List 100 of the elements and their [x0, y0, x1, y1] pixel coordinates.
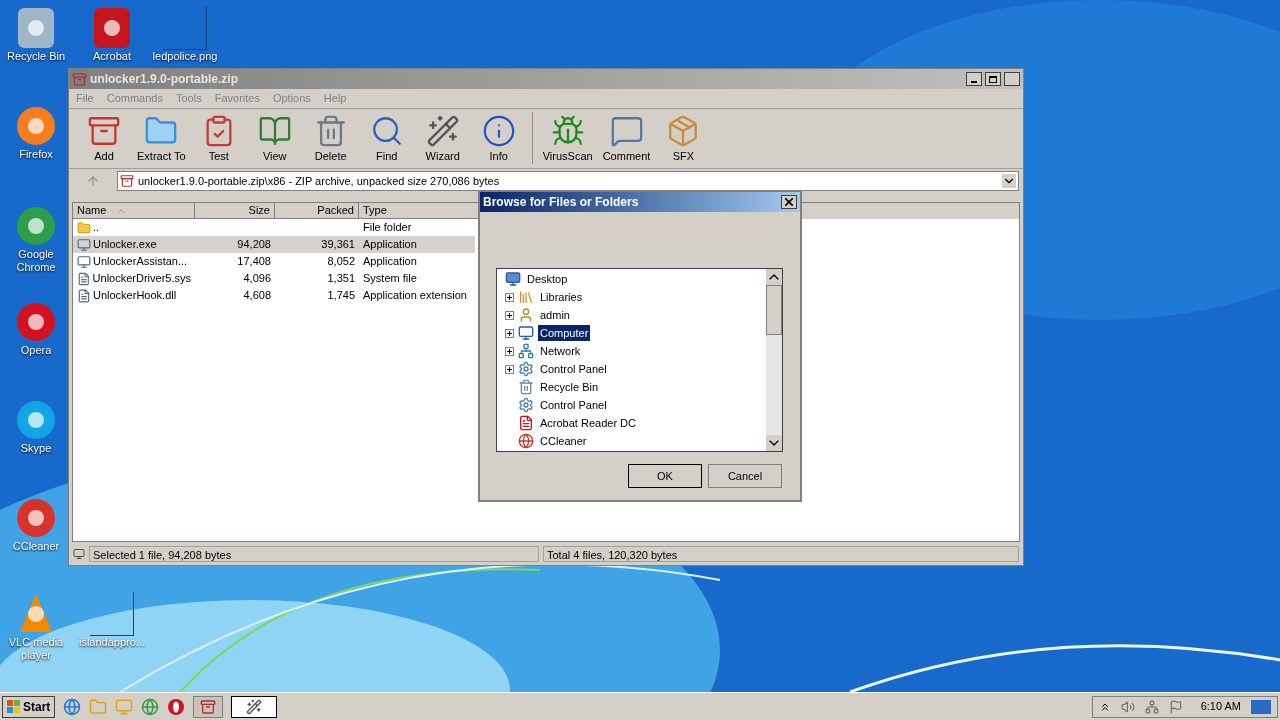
icon-label[interactable]: ledpolice.png: [152, 50, 218, 63]
scroll-thumb[interactable]: [766, 285, 782, 335]
file-name: Unlocker.exe: [93, 237, 157, 253]
show-desktop-button[interactable]: [1251, 699, 1271, 714]
packed-size: 1,351: [327, 272, 355, 285]
volume-icon[interactable]: [1120, 699, 1135, 714]
file-name: ..: [93, 220, 100, 236]
expand-icon[interactable]: [505, 328, 514, 338]
minimize-button[interactable]: [966, 72, 982, 86]
tree-item[interactable]: Acrobat Reader DC: [538, 414, 638, 432]
tree-item[interactable]: admin: [538, 306, 572, 324]
toolbar-button[interactable]: Wizard: [417, 113, 468, 164]
toolbar-button[interactable]: Comment: [600, 113, 653, 164]
clock[interactable]: 6:10 AM: [1200, 698, 1241, 715]
icon-label[interactable]: Google Chrome: [0, 248, 72, 274]
file-type: System file: [363, 272, 417, 285]
scroll-up-icon: [766, 269, 782, 285]
address-field[interactable]: unlocker1.9.0-portable.zip\x86 - ZIP archive, unpacked size 270,086 bytes: [117, 171, 1019, 191]
expand-icon[interactable]: [505, 346, 514, 356]
tree-item[interactable]: CCleaner: [538, 432, 589, 450]
toolbar-button[interactable]: Extract To: [135, 113, 188, 164]
wand-icon: [425, 113, 460, 148]
archive-icon: [120, 174, 134, 188]
app-icon[interactable]: [14, 104, 58, 148]
app-icon[interactable]: [14, 398, 58, 442]
archive-icon: [200, 698, 217, 715]
scroll-down-icon: [766, 435, 782, 451]
maximize-button[interactable]: [985, 72, 1001, 86]
scrollbar[interactable]: [766, 269, 782, 451]
column-header[interactable]: Packed: [275, 203, 359, 219]
library-icon: [518, 289, 534, 305]
file-type: Application: [363, 238, 417, 251]
toolbar-button[interactable]: Test: [193, 113, 244, 164]
app-icon[interactable]: [14, 204, 58, 248]
icon-label[interactable]: Opera: [20, 344, 52, 357]
column-header[interactable]: Name: [73, 203, 195, 219]
close-button[interactable]: [781, 195, 797, 209]
toolbar-button[interactable]: VirusScan: [540, 113, 595, 164]
browser-icon[interactable]: [63, 697, 82, 716]
tree-item[interactable]: Control Panel: [538, 396, 609, 414]
info-icon: [481, 113, 516, 148]
cancel-button[interactable]: Cancel: [708, 464, 782, 488]
file-row[interactable]: Unlocker.exe 94,208 39,361 Application: [73, 236, 475, 253]
icon-label[interactable]: Recycle Bin: [6, 50, 66, 63]
file-icon: [77, 288, 91, 303]
file-type: Application extension: [363, 289, 467, 302]
toolbar-button[interactable]: Info: [473, 113, 524, 164]
opera-icon[interactable]: [167, 697, 186, 716]
expand-icon[interactable]: [505, 364, 514, 374]
icon-label[interactable]: Firefox: [19, 148, 53, 161]
file-type: Application: [363, 255, 417, 268]
toolbar-button[interactable]: Find: [361, 113, 412, 164]
archive-icon: [72, 71, 87, 87]
file-icon: [77, 271, 91, 286]
file-type: File folder: [363, 221, 412, 234]
app-icon: [518, 433, 534, 449]
file-size: 94,208: [237, 238, 271, 251]
tree-item[interactable]: Desktop: [525, 270, 570, 288]
expand-icon[interactable]: [505, 310, 514, 320]
packed-size: 1,745: [327, 289, 355, 302]
up-arrow-icon: [86, 174, 100, 188]
app-icon[interactable]: [14, 300, 58, 344]
control-panel-icon: [518, 361, 534, 377]
toolbar-button[interactable]: SFX: [658, 113, 709, 164]
windows-logo-icon: [7, 699, 21, 714]
file-row[interactable]: UnlockerDriver5.sys 4,096 1,351 System file: [73, 270, 475, 287]
taskbar-button[interactable]: [231, 695, 278, 718]
icon-label[interactable]: Acrobat: [93, 50, 131, 63]
file-row[interactable]: UnlockerAssistan... 17,408 8,052 Application: [73, 253, 475, 270]
expand-icon[interactable]: [505, 292, 514, 302]
toolbar-button[interactable]: Add: [79, 113, 129, 164]
tree-item[interactable]: Control Panel: [538, 360, 609, 378]
window-icon: [77, 237, 91, 252]
file-row[interactable]: UnlockerHook.dll 4,608 1,745 Application extension: [73, 287, 475, 304]
column-header[interactable]: Size: [195, 203, 275, 219]
file-icon[interactable]: [90, 592, 134, 636]
drive-icon: [73, 548, 85, 560]
start-button[interactable]: Start: [2, 695, 56, 718]
wand-icon: [246, 698, 263, 715]
user-icon: [518, 307, 534, 323]
tree-item[interactable]: Computer: [538, 324, 591, 342]
ok-button[interactable]: OK: [628, 464, 702, 488]
trash-icon: [518, 379, 534, 395]
icon-label[interactable]: Skype: [20, 442, 52, 455]
file-row[interactable]: .. File folder: [73, 219, 475, 236]
app-icon[interactable]: [14, 496, 58, 540]
folder-icon: [77, 220, 91, 235]
tree-item[interactable]: Network: [538, 342, 583, 360]
status-text: Selected 1 file, 94,208 bytes: [89, 546, 539, 562]
file-name: UnlockerAssistan...: [93, 254, 188, 270]
close-button[interactable]: [1004, 72, 1020, 86]
tree-item[interactable]: Libraries: [538, 288, 585, 306]
computer-icon: [518, 325, 534, 341]
network-icon[interactable]: [1144, 699, 1159, 714]
tree-item[interactable]: Recycle Bin: [538, 378, 601, 396]
toolbar-button[interactable]: View: [249, 113, 300, 164]
document-icon: [518, 415, 534, 431]
close-icon: [785, 198, 793, 206]
toolbar-button[interactable]: Delete: [305, 113, 356, 164]
flag-icon[interactable]: [1168, 699, 1183, 714]
